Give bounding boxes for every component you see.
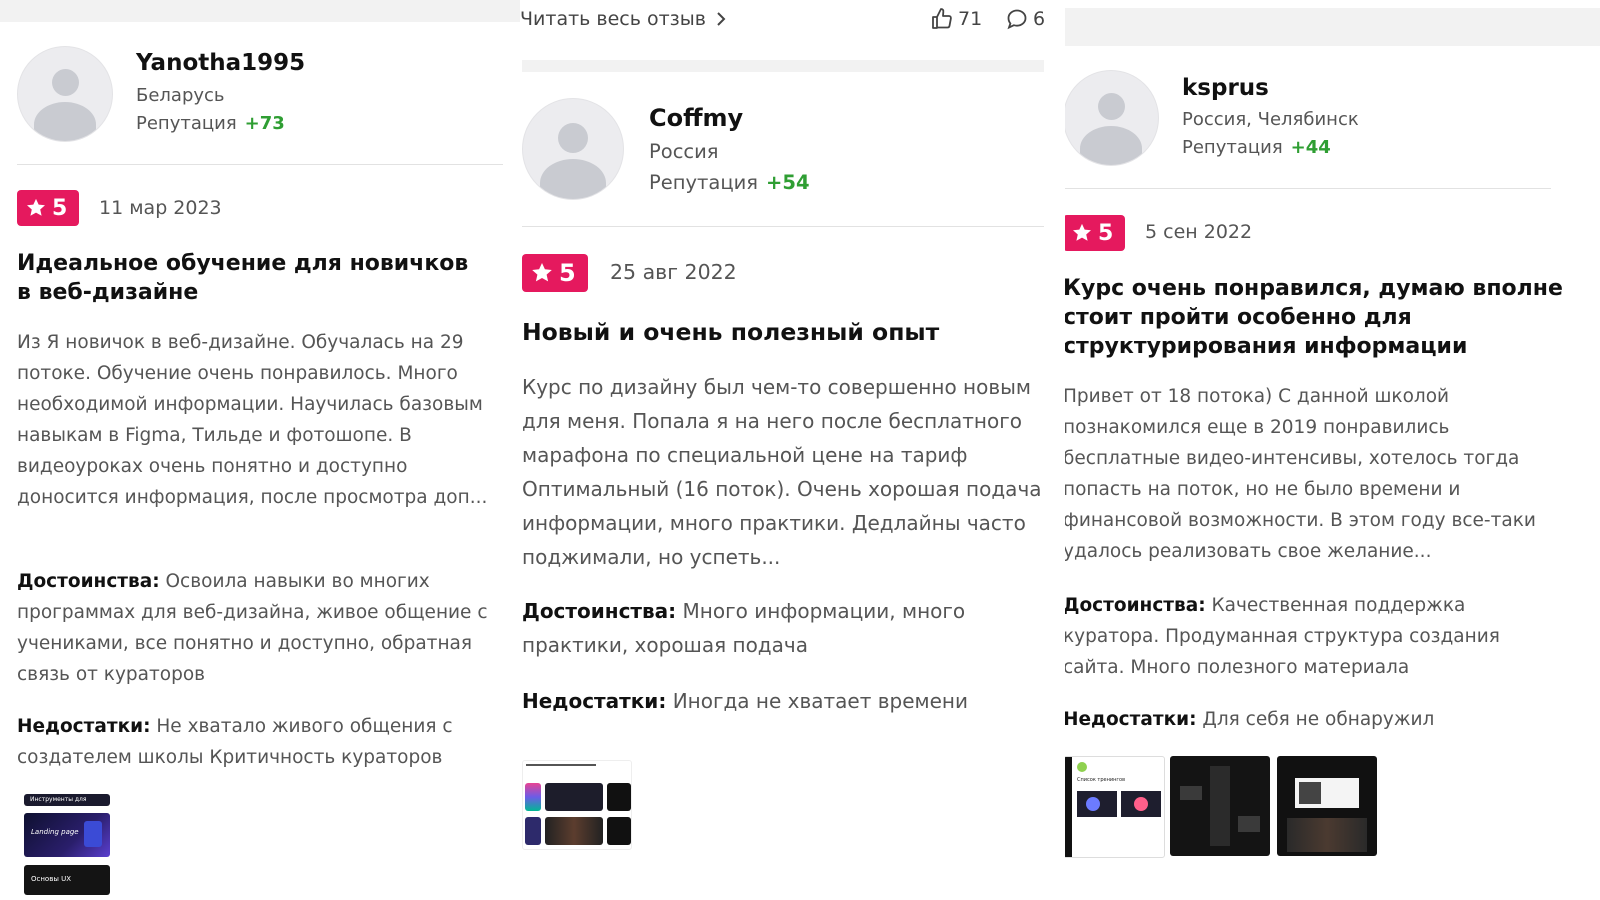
cons-text: Иногда не хватает времени <box>672 689 968 713</box>
review-cons: Недостатки: Не хватало живого общения с … <box>17 711 507 773</box>
username[interactable]: Yanotha1995 <box>136 50 305 76</box>
review-title[interactable]: Идеальное обучение для новичков в веб-ди… <box>17 249 487 307</box>
rating-badge: 5 <box>522 254 588 292</box>
top-strip <box>1065 8 1600 46</box>
review-date: 5 сен 2022 <box>1145 221 1253 243</box>
thumbs-up-icon <box>932 8 952 29</box>
rating-badge: 5 <box>17 190 79 226</box>
image-thumbnail[interactable]: Landing page <box>24 813 110 857</box>
reputation-label: Репутация <box>1182 137 1283 158</box>
review-body: Курс по дизайну был чем-то совершенно но… <box>522 375 1042 569</box>
rating-value: 5 <box>52 195 68 221</box>
username[interactable]: Coffmy <box>649 104 743 132</box>
review-pros: Достоинства: Качественная поддержка кура… <box>1065 590 1563 683</box>
thumb-caption: Основы UX <box>31 875 72 883</box>
divider <box>522 226 1044 227</box>
star-icon <box>1073 223 1091 241</box>
read-full-label: Читать весь отзыв <box>520 8 706 30</box>
user-avatar-icon[interactable] <box>17 46 113 142</box>
review-date: 11 мар 2023 <box>99 197 222 219</box>
cons-label: Недостатки: <box>522 689 667 713</box>
image-thumbnail[interactable] <box>522 760 632 850</box>
review-card-coffmy: Читать весь отзыв 71 6 Coffmy Россия Реп… <box>520 0 1065 900</box>
review-body: Привет от 18 потока) С данной школой поз… <box>1065 386 1536 562</box>
reputation-label: Репутация <box>649 171 759 194</box>
image-thumbnail[interactable]: Основы UX <box>24 865 110 895</box>
like-button[interactable]: 71 <box>930 7 982 31</box>
image-thumbnail[interactable]: Инструменты для работы <box>24 794 110 806</box>
user-avatar-icon[interactable] <box>522 98 624 200</box>
review-card-ksprus: ksprus Россия, Челябинск Репутация +44 5 … <box>1065 0 1600 900</box>
thumb-caption: Инструменты для работы <box>30 796 87 803</box>
comment-icon <box>1007 9 1027 30</box>
divider <box>1065 188 1551 189</box>
read-full-review-link[interactable]: Читать весь отзыв <box>520 8 726 30</box>
image-thumbnail[interactable] <box>1277 756 1377 856</box>
review-pros: Достоинства: Освоила навыки во многих пр… <box>17 566 507 690</box>
username[interactable]: ksprus <box>1182 75 1269 101</box>
reputation-value: +44 <box>1290 137 1331 158</box>
reputation-value: +54 <box>766 171 810 194</box>
separator-strip <box>522 60 1044 72</box>
reputation-value: +73 <box>244 113 285 134</box>
comment-count: 6 <box>1033 8 1046 30</box>
user-reputation: Репутация +44 <box>1182 137 1331 158</box>
comments-button[interactable]: 6 <box>1005 7 1045 31</box>
pros-label: Достоинства: <box>17 571 160 592</box>
review-title[interactable]: Новый и очень полезный опыт <box>522 318 1044 347</box>
cons-text: Для себя не обнаружил <box>1202 709 1435 730</box>
cons-label: Недостатки: <box>17 716 151 737</box>
review-card-yanotha1995: Yanotha1995 Беларусь Репутация +73 5 11 м… <box>0 0 520 900</box>
star-icon <box>532 263 552 282</box>
image-thumbnail[interactable] <box>1170 756 1270 856</box>
cons-label: Недостатки: <box>1065 709 1197 730</box>
user-avatar-icon[interactable] <box>1065 70 1159 166</box>
rating-badge: 5 <box>1065 215 1125 251</box>
reputation-label: Репутация <box>136 113 237 134</box>
top-strip <box>0 0 520 22</box>
review-date: 25 авг 2022 <box>610 260 737 284</box>
like-count: 71 <box>958 8 983 30</box>
chevron-right-icon <box>717 12 726 26</box>
user-location: Беларусь <box>136 85 225 106</box>
rating-value: 5 <box>559 259 576 287</box>
thumb-caption: Список тренингов <box>1077 777 1126 783</box>
review-title[interactable]: Курс очень понравился, думаю вполне стои… <box>1065 274 1563 361</box>
rating-value: 5 <box>1098 220 1114 246</box>
divider <box>17 164 503 165</box>
pros-label: Достоинства: <box>1065 595 1206 616</box>
star-icon <box>27 198 45 216</box>
user-reputation: Репутация +73 <box>136 113 285 134</box>
user-reputation: Репутация +54 <box>649 171 810 194</box>
review-body: Из Я новичок в веб-дизайне. Обучалась на… <box>17 332 488 508</box>
image-thumbnail[interactable]: Список тренингов <box>1065 756 1165 858</box>
user-location: Россия, Челябинск <box>1182 109 1359 130</box>
pros-label: Достоинства: <box>522 599 677 623</box>
review-cons: Недостатки: Для себя не обнаружил <box>1065 704 1563 735</box>
review-cons: Недостатки: Иногда не хватает времени <box>522 684 1044 718</box>
user-location: Россия <box>649 140 719 163</box>
review-pros: Достоинства: Много информации, много пра… <box>522 594 1044 662</box>
